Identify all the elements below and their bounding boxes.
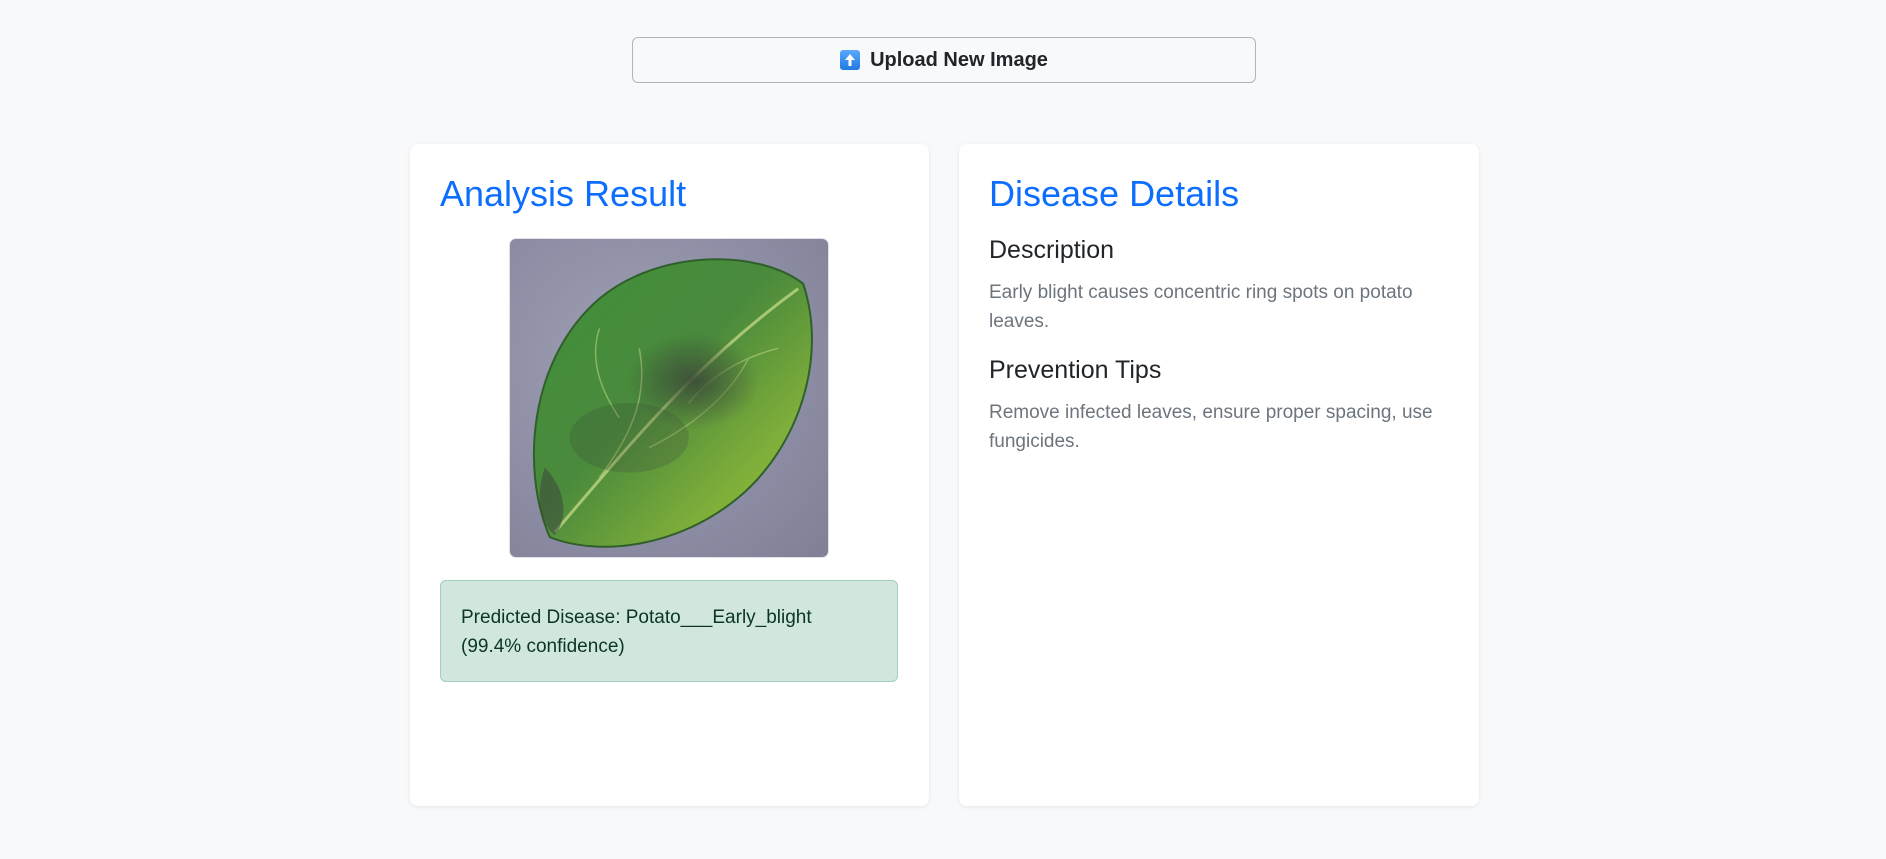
prevention-tips-text: Remove infected leaves, ensure proper sp… [989,402,1433,453]
description-text: Early blight causes concentric ring spot… [989,282,1413,333]
upload-new-image-button[interactable]: Upload New Image [632,37,1256,83]
disease-details-title: Disease Details [989,173,1240,214]
upload-button-label: Upload New Image [870,48,1048,71]
description-heading: Description [989,236,1115,264]
analysis-result-title: Analysis Result [440,173,687,214]
prevention-tips-heading: Prevention Tips [989,356,1162,384]
leaf-image [509,238,829,558]
analysis-result-card: Analysis Result Predicted Disease: Potat… [410,144,929,806]
disease-details-card: Disease Details Description Early blight… [959,144,1479,806]
prediction-alert: Predicted Disease: Potato___Early_blight… [440,580,898,682]
up-arrow-icon [840,50,861,70]
